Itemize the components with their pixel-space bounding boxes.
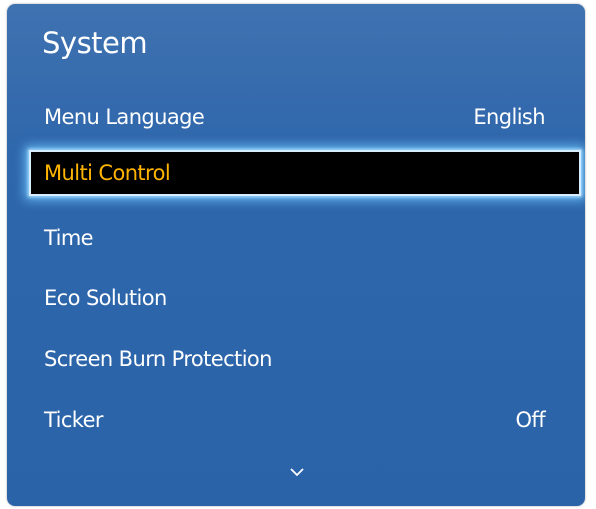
menu-item-time[interactable]: Time: [7, 216, 585, 260]
menu-item-label: Menu Language: [44, 105, 205, 129]
chevron-down-icon[interactable]: [289, 466, 305, 478]
menu-item-eco-solution[interactable]: Eco Solution: [7, 276, 585, 320]
menu-title: System: [42, 26, 148, 60]
menu-item-menu-language[interactable]: Menu Language English: [7, 95, 585, 139]
menu-item-label: Eco Solution: [44, 286, 167, 310]
menu-item-value: English: [473, 105, 545, 129]
menu-item-value: Off: [515, 408, 545, 432]
menu-item-multi-control[interactable]: Multi Control: [29, 150, 581, 196]
menu-item-label: Multi Control: [44, 161, 171, 185]
menu-item-label: Ticker: [44, 408, 104, 432]
menu-item-label: Time: [44, 226, 94, 250]
menu-item-label: Screen Burn Protection: [44, 347, 272, 371]
system-menu-panel: System Menu Language English Multi Contr…: [7, 4, 585, 506]
menu-item-ticker[interactable]: Ticker Off: [7, 398, 585, 442]
menu-item-screen-burn-protection[interactable]: Screen Burn Protection: [7, 337, 585, 381]
